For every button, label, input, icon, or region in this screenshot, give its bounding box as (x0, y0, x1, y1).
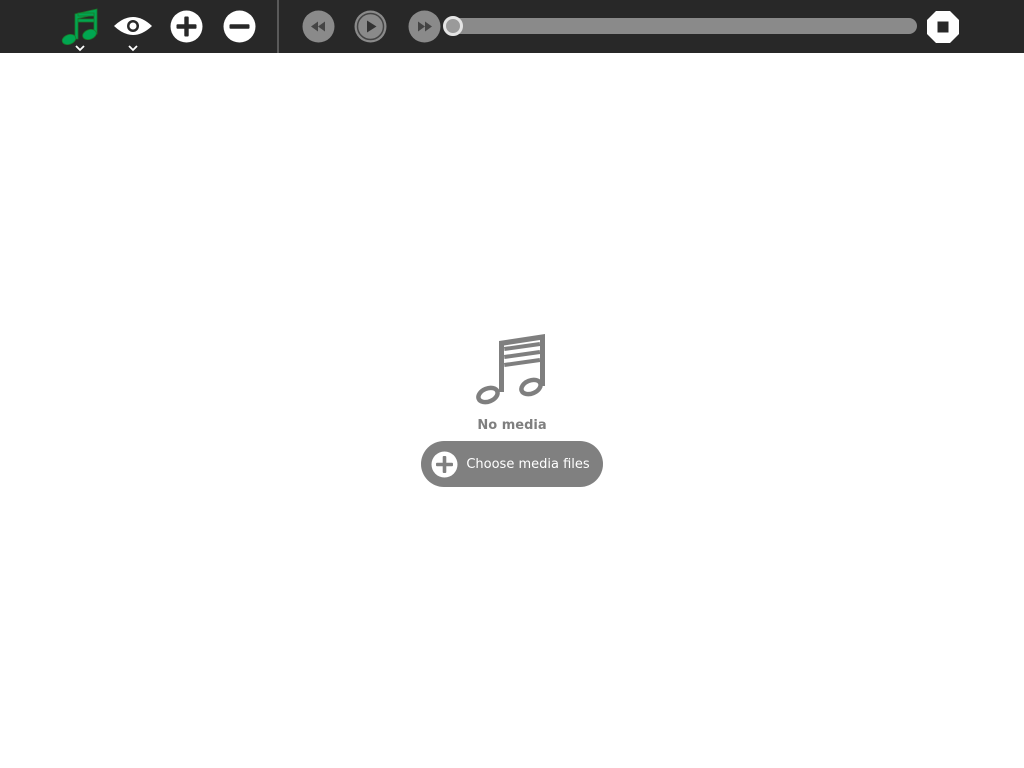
remove-media-button[interactable] (223, 10, 256, 43)
play-icon (354, 10, 387, 43)
view-menu-button[interactable] (112, 8, 154, 52)
fast-forward-button[interactable] (408, 10, 441, 43)
rewind-icon (302, 10, 335, 43)
plus-circle-icon (431, 451, 458, 477)
toolbar (0, 0, 1024, 53)
music-note-icon (476, 334, 545, 405)
seek-bar[interactable] (447, 18, 917, 34)
music-note-icon (61, 8, 98, 52)
toolbar-separator (277, 0, 279, 53)
seek-bar-handle[interactable] (443, 16, 463, 36)
stop-button[interactable] (926, 10, 960, 44)
rewind-button[interactable] (302, 10, 335, 43)
eye-icon (114, 17, 152, 52)
choose-media-files-button[interactable]: Choose media files (421, 441, 603, 487)
empty-state: No media Choose media files (0, 330, 1024, 487)
media-library-menu-button[interactable] (58, 6, 102, 52)
add-media-button[interactable] (170, 10, 203, 43)
plus-circle-icon (170, 10, 203, 43)
stop-icon (927, 11, 959, 43)
fast-forward-icon (408, 10, 441, 43)
chevron-down-icon (128, 45, 138, 52)
choose-media-files-label: Choose media files (466, 456, 590, 472)
chevron-down-icon (75, 45, 85, 52)
play-button[interactable] (354, 10, 387, 43)
empty-state-title: No media (477, 418, 547, 433)
minus-circle-icon (223, 10, 256, 43)
